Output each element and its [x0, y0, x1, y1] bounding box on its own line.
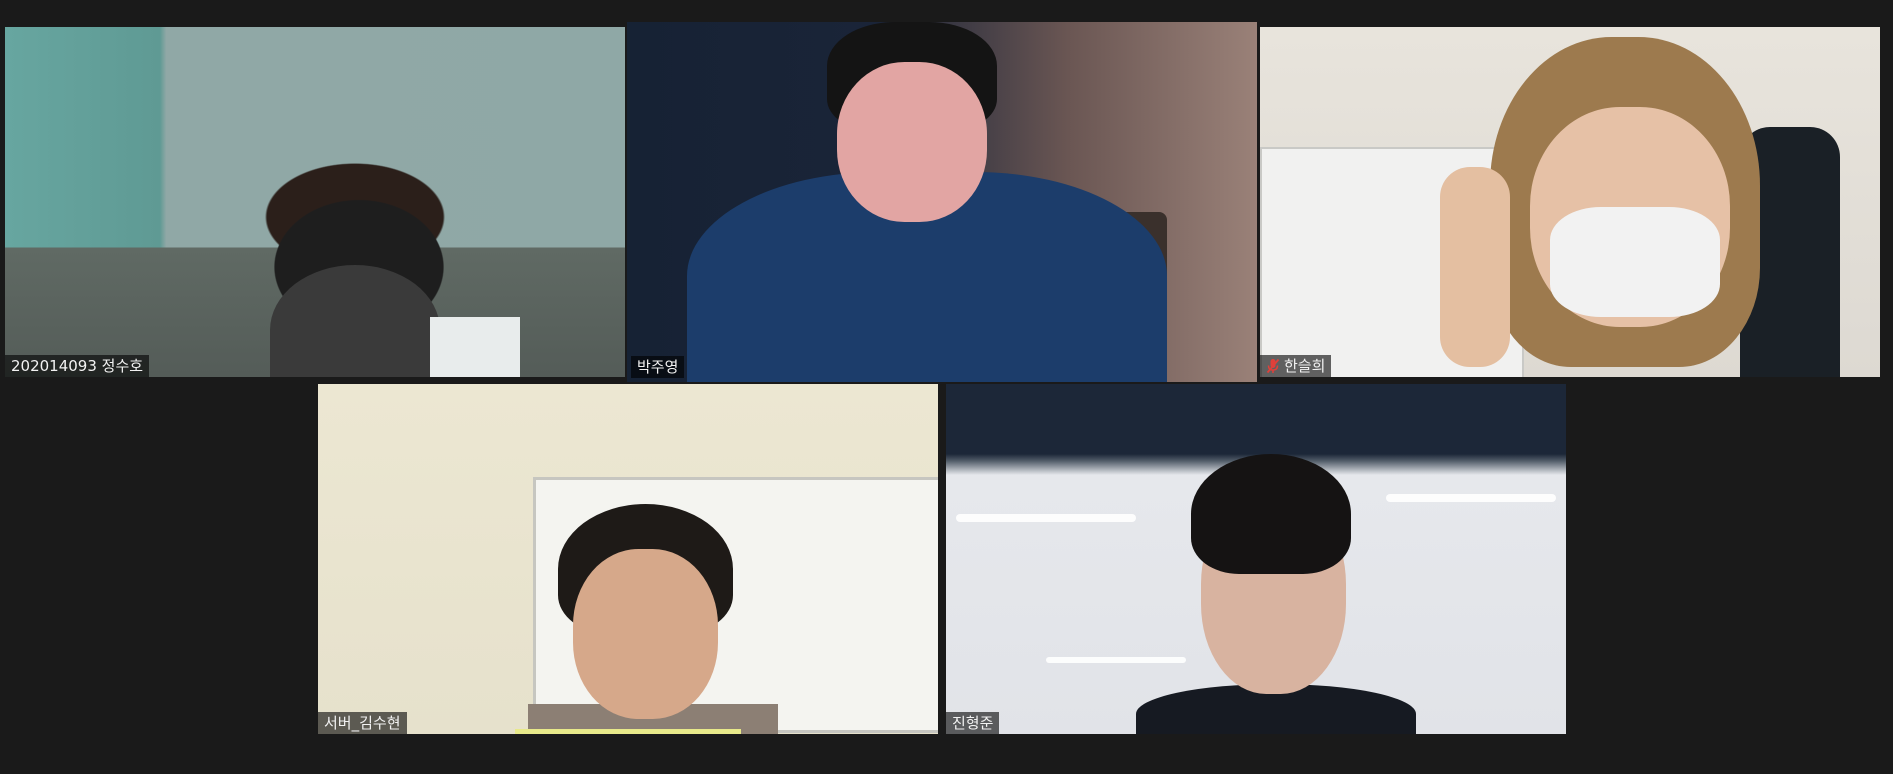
participant-name-label: 서버_김수현 [324, 714, 401, 732]
ceiling-light-reflection [956, 514, 1136, 522]
meeting-gallery-view: 202014093 정수호 박주영 한슬희 서버_김수현 진형준 [0, 0, 1893, 774]
participant-name-tag: 202014093 정수호 [5, 355, 150, 377]
participant-face [573, 549, 718, 719]
participant-name-tag: 진형준 [946, 712, 1000, 734]
participant-name-label: 202014093 정수호 [11, 357, 144, 375]
participant-name-label: 박주영 [637, 358, 679, 376]
participant-tile-2-active-speaker[interactable]: 박주영 [627, 22, 1257, 382]
participant-name-tag: 박주영 [631, 356, 685, 378]
microphone-muted-icon [1266, 358, 1280, 374]
participant-hand [1440, 167, 1510, 367]
participant-face [837, 62, 987, 222]
participant-tile-3[interactable]: 한슬희 [1260, 27, 1880, 377]
participant-tile-5[interactable]: 진형준 [946, 384, 1566, 734]
audio-level-indicator [515, 729, 741, 734]
background-window [430, 317, 520, 377]
participant-mask [1550, 207, 1720, 317]
participant-name-label: 한슬희 [1284, 357, 1326, 375]
participant-name-tag: 한슬희 [1260, 355, 1332, 377]
participant-hair [1191, 454, 1351, 574]
ceiling-light-reflection [1046, 657, 1186, 663]
ceiling-light-reflection [1386, 494, 1556, 502]
participant-name-tag: 서버_김수현 [318, 712, 407, 734]
participant-name-label: 진형준 [952, 714, 994, 732]
participant-tile-1[interactable]: 202014093 정수호 [5, 27, 625, 377]
participant-tile-4[interactable]: 서버_김수현 [318, 384, 938, 734]
